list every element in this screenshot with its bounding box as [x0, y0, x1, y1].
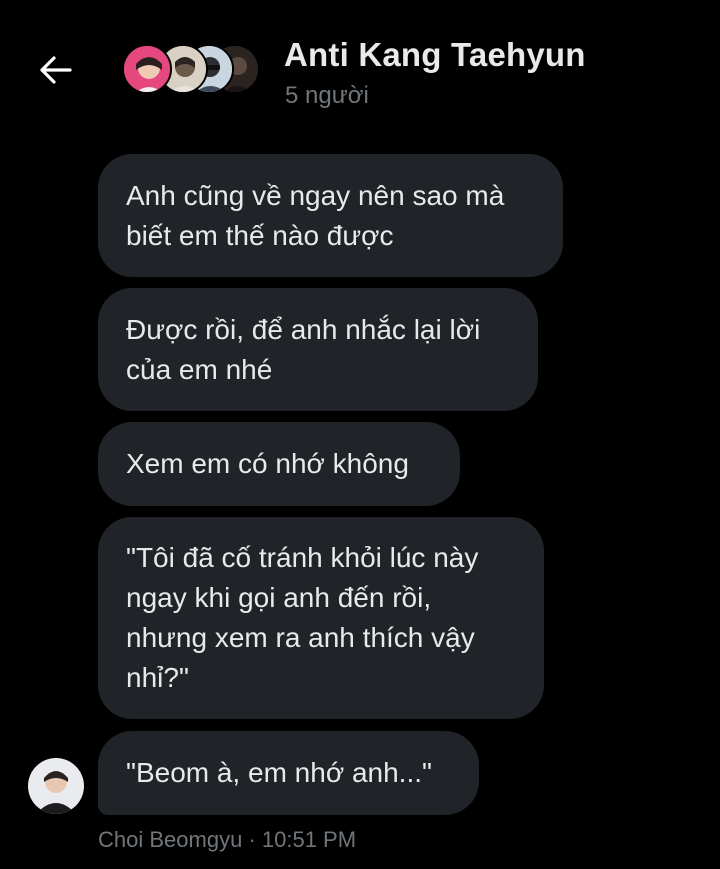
message-text: Xem em có nhớ không	[126, 448, 409, 479]
conversation-title[interactable]: Anti Kang Taehyun	[284, 36, 586, 74]
message-bubble[interactable]: "Beom à, em nhớ anh..."	[98, 731, 479, 815]
meta-separator: ·	[248, 827, 256, 852]
message-bubble[interactable]: Được rồi, để anh nhắc lại lời của em nhé	[98, 288, 538, 411]
member-avatar	[122, 44, 172, 94]
member-count: 5 người	[285, 82, 369, 109]
message-text: Được rồi, để anh nhắc lại lời của em nhé	[126, 313, 481, 385]
sender-name[interactable]: Choi Beomgyu	[98, 827, 242, 852]
message-meta: Choi Beomgyu · 10:51 PM	[98, 827, 356, 853]
message-text: Anh cũng về ngay nên sao mà biết em thế …	[126, 179, 505, 251]
message-bubble[interactable]: Anh cũng về ngay nên sao mà biết em thế …	[98, 154, 563, 277]
message-text: "Beom à, em nhớ anh..."	[126, 757, 432, 788]
arrow-left-icon	[40, 56, 72, 84]
conversation-header: Anti Kang Taehyun 5 người	[0, 0, 720, 140]
message-text: "Tôi đã cố tránh khỏi lúc này ngay khi g…	[126, 542, 479, 693]
sender-avatar[interactable]	[28, 758, 84, 814]
message-time: 10:51 PM	[261, 827, 357, 852]
back-button[interactable]	[36, 50, 76, 90]
message-bubble[interactable]: "Tôi đã cố tránh khỏi lúc này ngay khi g…	[98, 517, 544, 719]
message-bubble[interactable]: Xem em có nhớ không	[98, 422, 460, 506]
group-avatars[interactable]	[122, 44, 262, 98]
